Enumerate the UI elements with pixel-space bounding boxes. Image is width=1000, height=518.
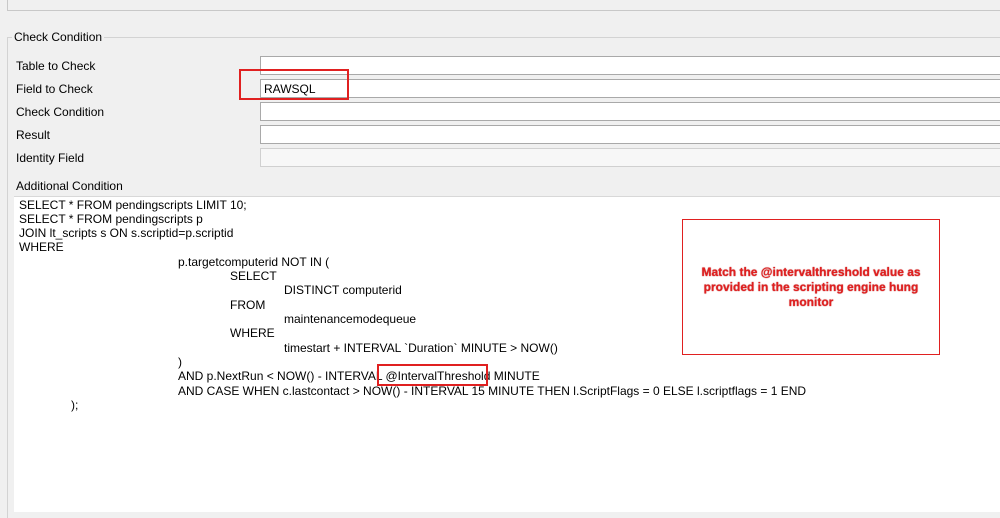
sql-line: ) [178,355,182,369]
result-input[interactable] [260,125,1000,144]
field-to-check-input[interactable]: RAWSQL [260,79,1000,98]
label-field-to-check: Field to Check [16,82,93,96]
label-additional-condition: Additional Condition [16,179,123,193]
label-result: Result [16,128,51,142]
sql-line: AND CASE WHEN c.lastcontact > NOW() - IN… [178,384,807,398]
sql-line: SELECT [230,269,277,283]
sql-line: maintenancemodequeue [284,312,417,326]
sql-line: WHERE [230,326,275,340]
sql-line: SELECT * FROM pendingscripts p [19,212,203,226]
rawsql-highlight-box [239,69,349,100]
sql-line: WHERE [19,240,64,254]
identity-field-input[interactable] [260,148,1000,167]
table-to-check-input[interactable] [260,56,1000,75]
group-title: Check Condition [12,30,105,44]
label-identity-field: Identity Field [16,151,85,165]
top-panel-edge [7,0,1000,11]
sql-line: SELECT * FROM pendingscripts LIMIT 10; [19,198,247,212]
interval-threshold-highlight-box [377,364,488,386]
check-condition-input[interactable] [260,102,1000,121]
sql-line: timestart + INTERVAL `Duration` MINUTE >… [284,341,558,355]
label-table-to-check: Table to Check [16,59,96,73]
annotation-callout: Match the @intervalthreshold value as pr… [682,219,940,355]
sql-line: p.targetcomputerid NOT IN ( [178,255,330,269]
label-check-condition: Check Condition [16,105,105,119]
sql-line: ); [71,398,79,412]
annotation-text: Match the @intervalthreshold value as pr… [701,264,921,309]
sql-line: FROM [230,298,266,312]
sql-line: DISTINCT computerid [284,283,402,297]
sql-line: JOIN lt_scripts s ON s.scriptid=p.script… [19,226,234,240]
